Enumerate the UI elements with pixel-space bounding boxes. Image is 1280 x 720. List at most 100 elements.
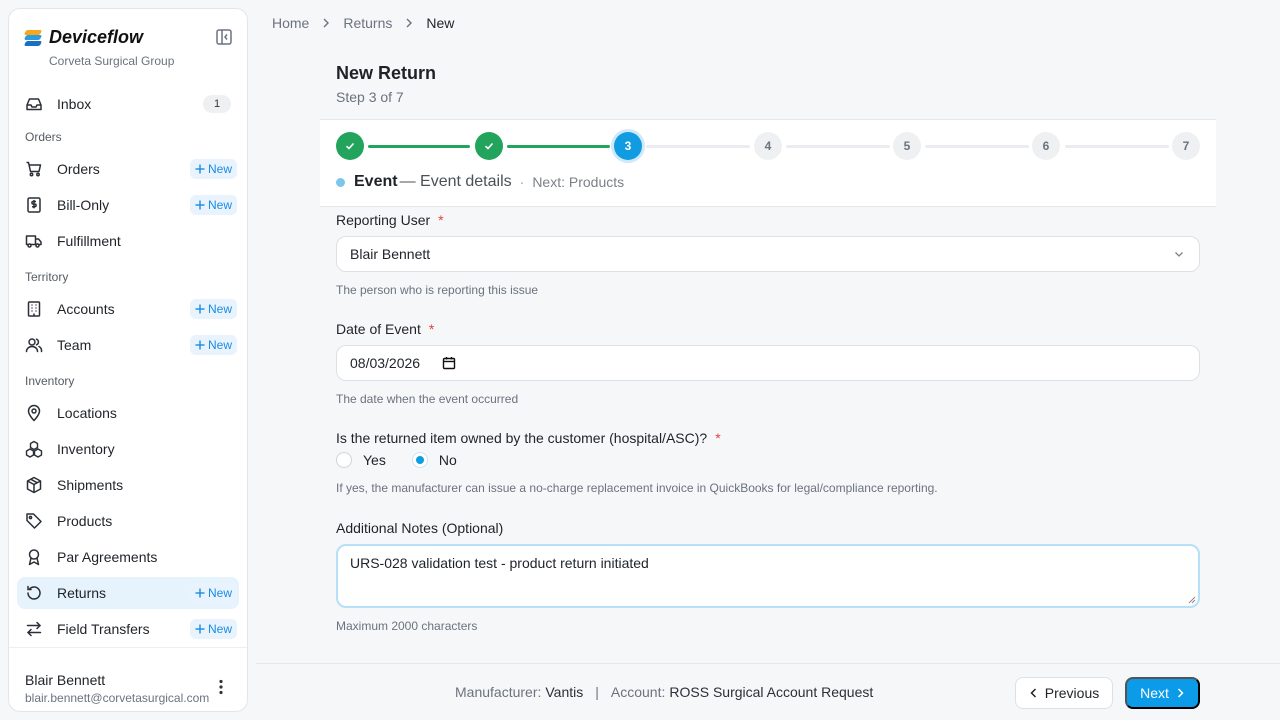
selected-value: Blair Bennett bbox=[350, 246, 431, 262]
new-return-button[interactable]: New bbox=[189, 583, 237, 603]
plus-icon bbox=[194, 623, 206, 635]
radio-label-yes[interactable]: Yes bbox=[363, 452, 386, 468]
new-label: New bbox=[207, 162, 232, 176]
chevron-left-icon bbox=[1029, 688, 1039, 698]
sidebar-item-inventory[interactable]: Inventory bbox=[17, 433, 239, 465]
calendar-icon[interactable] bbox=[442, 356, 456, 370]
account-label: Account: bbox=[610, 684, 666, 700]
plus-icon bbox=[194, 339, 206, 351]
inbox-count-badge: 1 bbox=[203, 95, 231, 113]
brand[interactable]: Deviceflow bbox=[23, 27, 144, 48]
previous-button[interactable]: Previous bbox=[1015, 677, 1113, 709]
date-of-event-label: Date of Event * bbox=[336, 321, 434, 337]
collapse-sidebar-icon[interactable] bbox=[215, 28, 233, 46]
user-name: Blair Bennett bbox=[25, 672, 106, 688]
new-label: New bbox=[207, 338, 232, 352]
invoice-icon bbox=[25, 196, 43, 214]
cart-icon bbox=[25, 160, 43, 178]
section-label-orders: Orders bbox=[25, 130, 62, 144]
radio-label-no[interactable]: No bbox=[439, 452, 457, 468]
next-button[interactable]: Next bbox=[1125, 677, 1200, 709]
step-2-complete[interactable] bbox=[475, 132, 503, 160]
notes-help: Maximum 2000 characters bbox=[336, 619, 478, 633]
sidebar-item-label: Team bbox=[57, 337, 92, 353]
sidebar-item-fulfillment[interactable]: Fulfillment bbox=[17, 225, 239, 257]
sidebar-item-label: Locations bbox=[57, 405, 117, 421]
sidebar-item-accounts[interactable]: Accounts New bbox=[17, 293, 239, 325]
ownership-yes-radio[interactable] bbox=[336, 452, 352, 468]
chevron-right-icon bbox=[404, 18, 414, 28]
sidebar-item-par-agreements[interactable]: Par Agreements bbox=[17, 541, 239, 573]
sidebar-item-field-transfers[interactable]: Field Transfers New bbox=[17, 613, 239, 645]
reporting-user-label: Reporting User * bbox=[336, 212, 444, 228]
org-name: Corveta Surgical Group bbox=[49, 54, 175, 68]
sidebar-item-inbox[interactable]: Inbox 1 bbox=[17, 88, 239, 120]
resize-handle-icon[interactable] bbox=[1188, 596, 1196, 604]
page-title: New Return bbox=[336, 63, 437, 83]
sidebar-item-orders[interactable]: Orders New bbox=[17, 153, 239, 185]
page-subtitle: Step 3 of 7 bbox=[336, 89, 404, 105]
sidebar-item-label: Orders bbox=[57, 161, 100, 177]
more-vertical-icon[interactable] bbox=[213, 678, 229, 696]
new-bill-only-button[interactable]: New bbox=[189, 195, 237, 215]
tag-icon bbox=[25, 512, 43, 530]
additional-notes-textarea[interactable]: URS-028 validation test - product return… bbox=[336, 544, 1200, 608]
reporting-user-select[interactable]: Blair Bennett bbox=[336, 236, 1200, 272]
ownership-radio-group: Yes No bbox=[336, 452, 457, 468]
breadcrumb-current: New bbox=[426, 15, 455, 31]
building-icon bbox=[25, 300, 43, 318]
section-label-inventory: Inventory bbox=[25, 374, 75, 388]
sidebar-item-label: Bill-Only bbox=[57, 197, 110, 213]
new-team-member-button[interactable]: New bbox=[189, 335, 237, 355]
new-field-transfer-button[interactable]: New bbox=[189, 619, 237, 639]
brand-name: Deviceflow bbox=[49, 27, 144, 47]
sidebar-item-label: Inventory bbox=[57, 441, 115, 457]
ownership-no-radio[interactable] bbox=[411, 452, 428, 468]
sidebar-item-returns[interactable]: Returns New bbox=[17, 577, 239, 609]
arrows-swap-icon bbox=[25, 620, 43, 638]
step-connector bbox=[646, 145, 750, 148]
chevron-down-icon bbox=[1173, 248, 1185, 260]
boxes-icon bbox=[25, 440, 43, 458]
breadcrumb: Home Returns New bbox=[272, 15, 454, 31]
reporting-user-help: The person who is reporting this issue bbox=[336, 283, 539, 297]
new-label: New bbox=[207, 302, 232, 316]
footer-divider: | bbox=[595, 684, 599, 700]
step-connector bbox=[507, 145, 610, 148]
sidebar-item-label: Shipments bbox=[57, 477, 124, 493]
sidebar-item-label: Par Agreements bbox=[57, 549, 158, 565]
section-label-territory: Territory bbox=[25, 270, 69, 284]
new-account-button[interactable]: New bbox=[189, 299, 237, 319]
wizard-stepper: 3 4 5 6 7 Event — Event details · Next: … bbox=[320, 119, 1216, 207]
breadcrumb-returns[interactable]: Returns bbox=[343, 15, 392, 31]
users-icon bbox=[25, 336, 43, 354]
step-4: 4 bbox=[754, 132, 782, 160]
step-connector bbox=[368, 145, 470, 148]
sidebar-item-bill-only[interactable]: Bill-Only New bbox=[17, 189, 239, 221]
breadcrumb-home[interactable]: Home bbox=[272, 15, 309, 31]
date-of-event-input[interactable]: 08/03/2026 bbox=[336, 345, 1200, 381]
step-7: 7 bbox=[1172, 132, 1200, 160]
manufacturer-value: Vantis bbox=[545, 684, 584, 700]
new-order-button[interactable]: New bbox=[189, 159, 237, 179]
ownership-help: If yes, the manufacturer can issue a no-… bbox=[336, 481, 938, 495]
notes-value: URS-028 validation test - product return… bbox=[350, 555, 649, 571]
sidebar-item-team[interactable]: Team New bbox=[17, 329, 239, 361]
account-value: ROSS Surgical Account Request bbox=[669, 684, 874, 700]
chevron-right-icon bbox=[321, 18, 331, 28]
label-text: Is the returned item owned by the custom… bbox=[336, 430, 708, 446]
sidebar: Deviceflow Corveta Surgical Group Inbox … bbox=[8, 8, 248, 712]
map-pin-icon bbox=[25, 404, 43, 422]
sidebar-item-label: Returns bbox=[57, 585, 107, 601]
step-3-current[interactable]: 3 bbox=[614, 132, 642, 160]
date-of-event-help: The date when the event occurred bbox=[336, 392, 519, 406]
step-description: — Event details bbox=[399, 173, 512, 190]
sidebar-item-products[interactable]: Products bbox=[17, 505, 239, 537]
date-value: 08/03/2026 bbox=[350, 355, 421, 371]
sidebar-item-locations[interactable]: Locations bbox=[17, 397, 239, 429]
step-1-complete[interactable] bbox=[336, 132, 364, 160]
sidebar-item-shipments[interactable]: Shipments bbox=[17, 469, 239, 501]
new-label: New bbox=[207, 198, 232, 212]
rotate-ccw-icon bbox=[25, 584, 43, 602]
user-profile[interactable]: Blair Bennett blair.bennett@corvetasurgi… bbox=[9, 647, 247, 711]
